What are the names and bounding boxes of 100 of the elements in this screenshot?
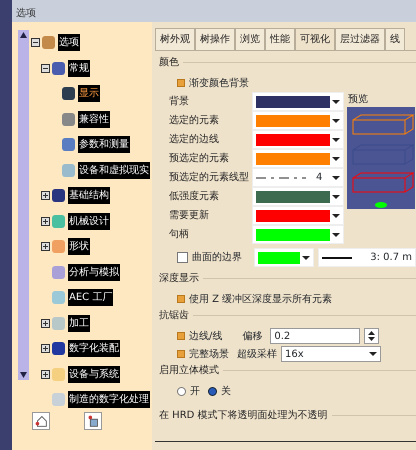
node-icon — [51, 214, 66, 229]
checkbox-label: 边线/线 — [189, 330, 222, 344]
tree-item[interactable]: AEC 工厂 — [68, 289, 114, 306]
node-icon — [61, 137, 76, 152]
field-label: 选定的边线 — [168, 132, 220, 147]
tree-item[interactable]: 显示 — [78, 85, 100, 102]
tree-item[interactable]: 设备和虚拟现实 — [78, 162, 150, 179]
tree-item[interactable]: 基础结构 — [68, 187, 110, 204]
radio-label: 开 — [190, 384, 200, 398]
caret-icon — [332, 118, 340, 124]
node-icon — [51, 188, 66, 204]
node-icon — [51, 341, 66, 356]
checkbox-label: 曲面的边界 — [192, 250, 242, 265]
checkbox[interactable] — [177, 79, 185, 87]
tools-icon[interactable] — [84, 412, 102, 430]
checkbox[interactable] — [177, 350, 185, 358]
node-icon — [51, 239, 66, 254]
collapse-icon[interactable] — [31, 38, 40, 48]
line-sample-icon — [322, 256, 352, 260]
expand-icon[interactable] — [41, 216, 50, 226]
tab[interactable]: 线 — [385, 28, 405, 50]
tree-item[interactable]: 兼容性 — [78, 110, 110, 128]
expand-icon[interactable] — [41, 344, 50, 354]
group-title: 深度显示 — [159, 272, 199, 286]
checkbox[interactable] — [177, 332, 185, 340]
field-label: 背景 — [168, 94, 190, 109]
tree-item[interactable]: 常规 — [68, 60, 90, 77]
node-icon — [61, 112, 76, 127]
radio-label: 关 — [221, 384, 231, 398]
tree-item[interactable]: 加工 — [68, 314, 90, 332]
tab[interactable]: 可视化 — [295, 28, 335, 50]
caret-icon — [332, 174, 340, 180]
scroll-up-icon[interactable] — [18, 30, 29, 40]
node-icon — [51, 290, 66, 306]
tab[interactable]: 树外观 — [155, 28, 195, 50]
group-title: 在 HRD 模式下将透明面处理为不透明 — [159, 408, 328, 423]
field-label: 预选定的元素 — [168, 152, 230, 166]
value-text: 3: 0.7 m — [370, 251, 412, 265]
dropdown[interactable]: 4 — [252, 168, 344, 187]
scrollbar[interactable] — [18, 30, 29, 380]
checkbox-label: 完整场景 — [189, 348, 229, 362]
group-title: 颜色 — [159, 56, 179, 70]
tree-item[interactable]: 形状 — [68, 238, 90, 256]
tree-item[interactable]: 参数和测量 — [78, 136, 130, 154]
tab[interactable]: 性能 — [265, 28, 295, 50]
checkbox[interactable] — [177, 252, 188, 263]
window-title: 选项 — [15, 6, 37, 21]
field-label: 选定的元素 — [168, 114, 220, 128]
field-label: 预选定的元素线型 — [168, 170, 250, 185]
node-icon — [41, 35, 56, 50]
collapse-icon[interactable] — [41, 64, 50, 73]
caret-icon — [332, 194, 340, 200]
field-label: 低强度元素 — [168, 190, 220, 204]
spinner-arrows-icon — [368, 330, 376, 342]
expand-icon[interactable] — [41, 318, 50, 328]
node-icon — [61, 162, 76, 178]
expand-icon[interactable] — [41, 242, 50, 252]
checkbox-label: 使用 Z 缓冲区深度显示所有元素 — [189, 292, 332, 306]
dropdown[interactable] — [252, 187, 344, 206]
caret-icon — [302, 254, 310, 260]
scroll-down-icon[interactable] — [18, 370, 29, 380]
tab[interactable]: 层过滤器 — [335, 28, 385, 50]
checkbox[interactable] — [177, 295, 185, 303]
caret-icon — [332, 232, 340, 238]
tab[interactable]: 树操作 — [195, 28, 235, 50]
field-label: 需要更新 — [168, 208, 210, 223]
tab[interactable]: 浏览 — [235, 28, 265, 50]
value-text: 4 — [315, 171, 324, 185]
node-icon — [51, 316, 66, 331]
dash-line-icon — [256, 176, 306, 180]
caret-icon — [332, 212, 340, 218]
node-icon — [51, 392, 66, 408]
radio-button[interactable] — [208, 386, 217, 396]
checkbox-label: 渐变颜色背景 — [189, 76, 249, 90]
tree-item[interactable]: 选项 — [58, 34, 80, 52]
tree-item[interactable]: 机械设计 — [68, 212, 110, 230]
tree-item[interactable]: 设备与系统 — [68, 366, 120, 383]
node-icon — [51, 366, 66, 382]
dropdown[interactable] — [252, 92, 344, 111]
caret-icon — [332, 98, 340, 104]
node-icon — [61, 86, 76, 102]
caret-icon — [332, 156, 340, 162]
radio-button[interactable] — [177, 386, 186, 396]
home-icon[interactable] — [32, 412, 50, 430]
node-icon — [51, 60, 66, 76]
dropdown[interactable]: 3: 0.7 m — [318, 248, 416, 267]
tree-item[interactable]: 制造的数字化处理 — [68, 391, 150, 408]
sampling-dropdown[interactable]: 16x — [281, 346, 381, 362]
tree-item[interactable]: 分析与模拟 — [68, 264, 120, 281]
caret-icon — [369, 351, 377, 357]
preview-label: 预览 — [348, 93, 369, 107]
node-icon — [51, 264, 66, 280]
tree-item[interactable]: 数字化装配 — [68, 340, 120, 358]
offset-field[interactable]: 0.2 — [270, 328, 360, 344]
expand-icon[interactable] — [41, 191, 50, 200]
spinner[interactable] — [364, 328, 380, 344]
field-label: 超级采样 — [237, 348, 277, 362]
field-label: 句柄 — [168, 228, 190, 242]
group-title: 启用立体模式 — [159, 364, 219, 378]
expand-icon[interactable] — [41, 370, 50, 379]
